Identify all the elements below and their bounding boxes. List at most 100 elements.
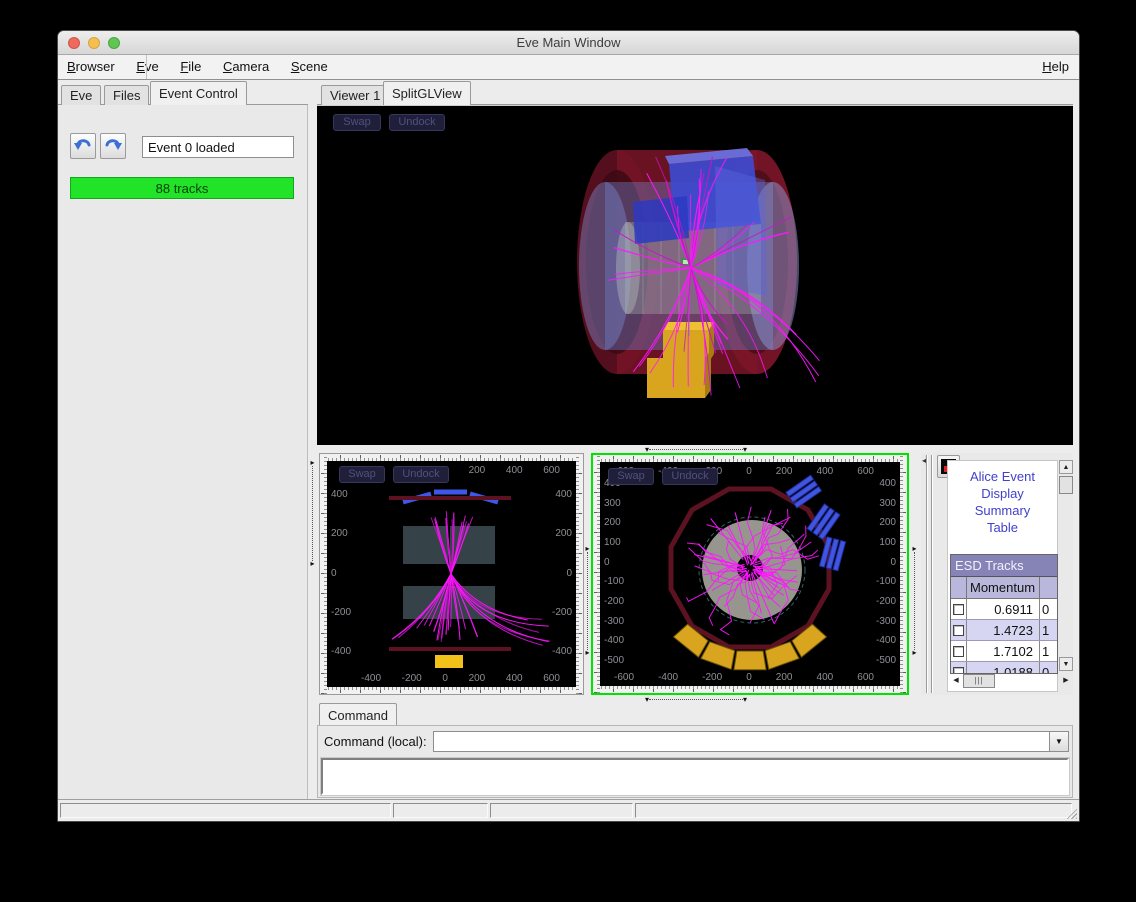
menu-scene[interactable]: Scene	[282, 55, 337, 74]
sidebar-splitter[interactable]: ▸ ▸	[308, 105, 317, 801]
momentum-value: 1.7102	[967, 641, 1040, 661]
menubar: Browser Eve File Camera Scene Help	[58, 55, 1079, 80]
splitter-handle[interactable]: ▸ ▸	[584, 546, 591, 656]
momentum-value: 1.4723	[967, 620, 1040, 640]
titlebar[interactable]: Eve Main Window	[58, 31, 1079, 55]
vertical-scrollbar[interactable]: ▲ ▼	[1059, 460, 1074, 671]
scrollbar-thumb[interactable]	[1059, 476, 1073, 494]
viewer-splitter-vertical[interactable]: ▸ ▸	[584, 453, 591, 695]
back-arrow-icon	[73, 138, 93, 154]
splitter-handle[interactable]: ▸ ▸	[911, 546, 918, 656]
momentum-column-header[interactable]: Momentum	[967, 577, 1040, 598]
track-checkbox[interactable]	[953, 604, 964, 615]
summary-title-line: Display	[948, 485, 1057, 502]
status-cell	[490, 803, 633, 818]
previous-event-button[interactable]	[70, 133, 96, 159]
track-checkbox[interactable]	[953, 625, 964, 636]
scroll-up-icon[interactable]: ▲	[1059, 460, 1073, 474]
scroll-down-icon[interactable]: ▼	[1059, 657, 1073, 671]
tab-event-control[interactable]: Event Control	[150, 81, 247, 105]
chevron-right-icon: ▸	[585, 650, 589, 656]
chevron-right-icon: ▸	[912, 650, 916, 656]
ruler-top	[593, 455, 907, 462]
track-checkbox[interactable]	[953, 646, 964, 657]
scroll-left-icon[interactable]: ◀	[950, 674, 962, 688]
undock-button[interactable]: Undock	[389, 114, 445, 131]
ruler-right	[900, 455, 907, 693]
esd-tracks-table: ESD Tracks Momentum 0.691101.472311.7102…	[950, 554, 1058, 674]
table-row: 0.69110	[951, 599, 1057, 620]
menubar-separator	[146, 55, 147, 79]
menu-file[interactable]: File	[171, 55, 210, 74]
momentum-value: 0.6911	[967, 599, 1040, 619]
command-tabrow: Command	[317, 701, 1073, 725]
command-input[interactable]	[433, 731, 1049, 752]
undock-button[interactable]: Undock	[393, 466, 449, 483]
next-event-button[interactable]	[100, 133, 126, 159]
menu-browser[interactable]: Browser	[58, 55, 124, 74]
splitter-handle[interactable]: ▸ ▸	[309, 460, 316, 567]
scroll-right-icon[interactable]: ▶	[1060, 674, 1072, 688]
tracks-count-badge: 88 tracks	[70, 177, 294, 199]
rhoz-canvas[interactable]: -400-2000200400600 -400-2000200400600 40…	[327, 461, 576, 687]
status-cell	[60, 803, 391, 818]
dropdown-arrow-icon[interactable]: ▼	[1049, 731, 1069, 752]
undock-button[interactable]: Undock	[662, 468, 718, 485]
ruler-bottom	[593, 686, 907, 693]
viewer-rhoz-projection[interactable]: -400-2000200400600 -400-2000200400600 40…	[319, 453, 584, 695]
horizontal-scrollbar[interactable]: ◀ ||| ▶	[950, 674, 1074, 689]
tab-eve[interactable]: Eve	[61, 85, 101, 105]
checkbox-column-header	[951, 577, 967, 598]
event-status-field[interactable]	[142, 136, 294, 158]
tab-command[interactable]: Command	[319, 703, 397, 725]
viewer-3d[interactable]: Swap Undock	[317, 105, 1073, 445]
table-row: 1.47231	[951, 620, 1057, 641]
chevron-down-icon: ▾	[743, 447, 747, 453]
swap-button[interactable]: Swap	[339, 466, 385, 483]
tab-viewer-1[interactable]: Viewer 1	[321, 85, 389, 105]
event-control-panel: 88 tracks	[58, 105, 308, 801]
detector-3d-rendering	[317, 106, 1073, 444]
clipped-column-value: 0	[1040, 599, 1057, 619]
panel-groove	[926, 455, 928, 693]
rhoz-rendering	[327, 461, 576, 687]
menu-help[interactable]: Help	[1042, 59, 1069, 74]
tab-files[interactable]: Files	[104, 85, 149, 105]
viewer-tabrow: Viewer 1 SplitGLView	[317, 80, 1073, 105]
table-column-headers: Momentum	[951, 577, 1057, 599]
summary-title-line: Alice Event	[948, 468, 1057, 485]
ruler-top	[320, 454, 583, 461]
scrollbar-thumb[interactable]: |||	[963, 674, 995, 688]
viewer-splitter-horizontal[interactable]: ▾ ▾	[317, 445, 1073, 453]
forward-arrow-icon	[103, 138, 123, 154]
panel-groove	[931, 455, 933, 693]
swap-button[interactable]: Swap	[333, 114, 381, 131]
table-row: 1.01880	[951, 662, 1057, 674]
ruler-right	[576, 454, 583, 694]
chevron-right-icon: ▸	[310, 561, 314, 567]
status-cell	[393, 803, 488, 818]
track-checkbox[interactable]	[953, 667, 964, 675]
statusbar	[58, 799, 1079, 821]
rphi-rendering	[600, 462, 900, 686]
eve-main-window: Eve Main Window Browser Eve File Camera …	[57, 30, 1080, 822]
table-title: ESD Tracks	[951, 555, 1057, 577]
clipped-column-value: 1	[1040, 641, 1057, 661]
clipped-column-value: 0	[1040, 662, 1057, 674]
summary-title-line: Table	[948, 519, 1057, 536]
menu-eve[interactable]: Eve	[127, 55, 167, 74]
command-output[interactable]	[321, 758, 1069, 795]
ruler-left	[593, 455, 600, 693]
summary-splitter[interactable]: ▸ ▸	[909, 453, 921, 695]
splitter-handle[interactable]: ▾ ▾	[645, 447, 747, 452]
tab-splitglview[interactable]: SplitGLView	[383, 81, 471, 105]
summary-panel: ◂▏ Alice Event Display Summary Table ESD…	[921, 453, 1073, 695]
menu-camera[interactable]: Camera	[214, 55, 278, 74]
momentum-value: 1.0188	[967, 662, 1040, 674]
swap-button[interactable]: Swap	[608, 468, 654, 485]
ruler-left	[320, 454, 327, 694]
window-title: Eve Main Window	[58, 35, 1079, 50]
rphi-canvas[interactable]: -600-400-2000200400600 -600-400-20002004…	[600, 462, 900, 686]
viewer-rphi-projection[interactable]: -600-400-2000200400600 -600-400-20002004…	[591, 453, 909, 695]
clipped-column-header	[1040, 577, 1057, 598]
